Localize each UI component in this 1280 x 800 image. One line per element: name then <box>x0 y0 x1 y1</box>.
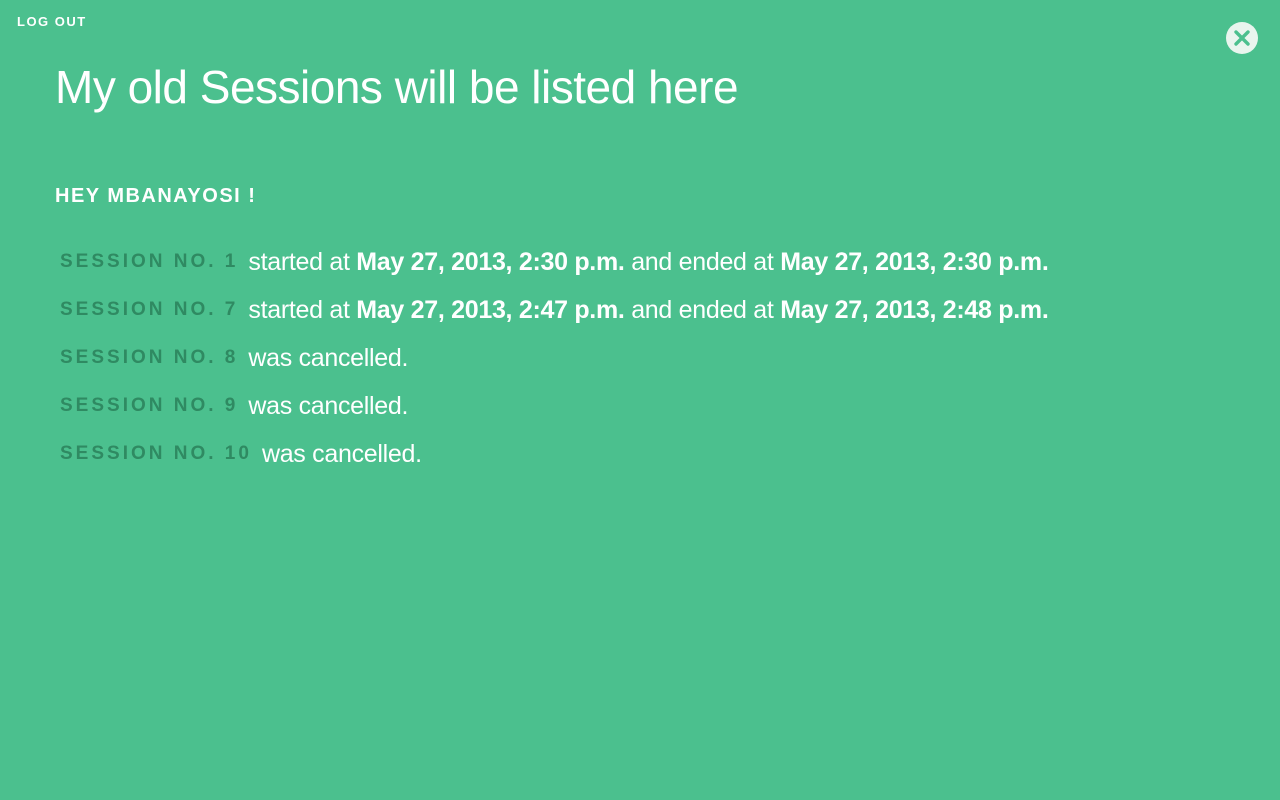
session-status-text: was cancelled. <box>248 391 409 420</box>
session-started-text: started at <box>248 295 350 324</box>
session-started-text: started at <box>248 247 350 276</box>
session-status-text: was cancelled. <box>261 439 422 468</box>
session-row-8: SESSION NO. 8 was cancelled. <box>60 334 1048 382</box>
session-ended-text: and ended at <box>631 295 774 324</box>
close-icon <box>1234 30 1250 46</box>
session-end-time: May 27, 2013, 2:48 p.m. <box>780 295 1049 324</box>
session-number-label: SESSION NO. 1 <box>60 251 239 272</box>
session-list: SESSION NO. 1 started at May 27, 2013, 2… <box>60 238 1049 478</box>
session-start-time: May 27, 2013, 2:47 p.m. <box>356 295 625 324</box>
session-row-1: SESSION NO. 1 started at May 27, 2013, 2… <box>60 238 1049 286</box>
session-start-time: May 27, 2013, 2:30 p.m. <box>356 247 625 276</box>
session-row-10: SESSION NO. 10 was cancelled. <box>60 430 1048 478</box>
session-ended-text: and ended at <box>631 247 774 276</box>
user-greeting: HEY MBANAYOSI ! <box>55 185 257 207</box>
session-end-time: May 27, 2013, 2:30 p.m. <box>780 247 1049 276</box>
session-number-label: SESSION NO. 8 <box>60 347 239 368</box>
close-button[interactable] <box>1226 22 1258 54</box>
session-number-label: SESSION NO. 7 <box>60 299 239 320</box>
session-row-9: SESSION NO. 9 was cancelled. <box>60 382 1048 430</box>
session-number-label: SESSION NO. 10 <box>60 443 252 464</box>
page-title: My old Sessions will be listed here <box>55 61 739 113</box>
session-number-label: SESSION NO. 9 <box>60 395 239 416</box>
session-status-text: was cancelled. <box>248 343 409 372</box>
session-row-7: SESSION NO. 7 started at May 27, 2013, 2… <box>60 286 1049 334</box>
logout-link[interactable]: LOG OUT <box>17 14 87 29</box>
